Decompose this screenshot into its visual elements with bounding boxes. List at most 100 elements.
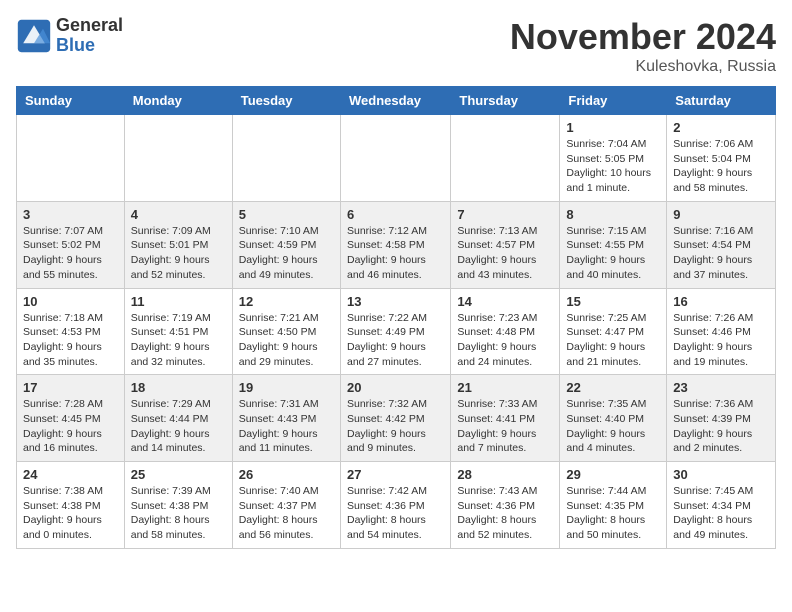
- day-info: Sunrise: 7:18 AM Sunset: 4:53 PM Dayligh…: [23, 311, 118, 370]
- day-number: 18: [131, 380, 226, 395]
- calendar-day-cell: 17 Sunrise: 7:28 AM Sunset: 4:45 PM Dayli…: [17, 375, 125, 462]
- day-info: Sunrise: 7:25 AM Sunset: 4:47 PM Dayligh…: [566, 311, 660, 370]
- calendar-day-cell: 3Sunrise: 7:07 AM Sunset: 5:02 PM Daylig…: [17, 201, 125, 288]
- day-number: 6: [347, 207, 444, 222]
- calendar-day-cell: 24 Sunrise: 7:38 AM Sunset: 4:38 PM Dayli…: [17, 462, 125, 549]
- day-info: Sunrise: 7:21 AM Sunset: 4:50 PM Dayligh…: [239, 311, 334, 370]
- calendar-day-cell: 14Sunrise: 7:23 AM Sunset: 4:48 PM Dayli…: [451, 288, 560, 375]
- weekday-header: Monday: [124, 87, 232, 115]
- day-number: 22: [566, 380, 660, 395]
- calendar-day-cell: 12 Sunrise: 7:21 AM Sunset: 4:50 PM Dayli…: [232, 288, 340, 375]
- calendar-week-row: 24 Sunrise: 7:38 AM Sunset: 4:38 PM Dayli…: [17, 462, 776, 549]
- calendar-day-cell: 18 Sunrise: 7:29 AM Sunset: 4:44 PM Dayli…: [124, 375, 232, 462]
- calendar-empty-cell: [124, 115, 232, 202]
- weekday-header: Thursday: [451, 87, 560, 115]
- day-info: Sunrise: 7:40 AM Sunset: 4:37 PM Dayligh…: [239, 484, 334, 543]
- day-info: Sunrise: 7:39 AM Sunset: 4:38 PM Dayligh…: [131, 484, 226, 543]
- day-number: 25: [131, 467, 226, 482]
- day-info: Sunrise: 7:06 AM Sunset: 5:04 PM Dayligh…: [673, 137, 769, 196]
- calendar-week-row: 1Sunrise: 7:04 AM Sunset: 5:05 PM Daylig…: [17, 115, 776, 202]
- calendar-week-row: 3Sunrise: 7:07 AM Sunset: 5:02 PM Daylig…: [17, 201, 776, 288]
- day-number: 11: [131, 294, 226, 309]
- day-number: 23: [673, 380, 769, 395]
- calendar-day-cell: 25 Sunrise: 7:39 AM Sunset: 4:38 PM Dayli…: [124, 462, 232, 549]
- calendar-day-cell: 16 Sunrise: 7:26 AM Sunset: 4:46 PM Dayli…: [667, 288, 776, 375]
- day-number: 16: [673, 294, 769, 309]
- day-number: 17: [23, 380, 118, 395]
- calendar-day-cell: 15 Sunrise: 7:25 AM Sunset: 4:47 PM Dayli…: [560, 288, 667, 375]
- day-info: Sunrise: 7:44 AM Sunset: 4:35 PM Dayligh…: [566, 484, 660, 543]
- calendar-day-cell: 6 Sunrise: 7:12 AM Sunset: 4:58 PM Daylig…: [340, 201, 450, 288]
- day-number: 10: [23, 294, 118, 309]
- day-number: 4: [131, 207, 226, 222]
- logo: General Blue: [16, 16, 123, 56]
- day-number: 20: [347, 380, 444, 395]
- calendar-empty-cell: [17, 115, 125, 202]
- calendar-empty-cell: [232, 115, 340, 202]
- calendar-day-cell: 13 Sunrise: 7:22 AM Sunset: 4:49 PM Dayli…: [340, 288, 450, 375]
- calendar-day-cell: 5Sunrise: 7:10 AM Sunset: 4:59 PM Daylig…: [232, 201, 340, 288]
- calendar-day-cell: 30Sunrise: 7:45 AM Sunset: 4:34 PM Dayli…: [667, 462, 776, 549]
- calendar-day-cell: 9 Sunrise: 7:16 AM Sunset: 4:54 PM Daylig…: [667, 201, 776, 288]
- weekday-header: Tuesday: [232, 87, 340, 115]
- location: Kuleshovka, Russia: [510, 58, 776, 76]
- logo-general: General: [56, 16, 123, 36]
- day-info: Sunrise: 7:29 AM Sunset: 4:44 PM Dayligh…: [131, 397, 226, 456]
- day-info: Sunrise: 7:36 AM Sunset: 4:39 PM Dayligh…: [673, 397, 769, 456]
- weekday-header: Sunday: [17, 87, 125, 115]
- day-info: Sunrise: 7:38 AM Sunset: 4:38 PM Dayligh…: [23, 484, 118, 543]
- calendar-day-cell: 29Sunrise: 7:44 AM Sunset: 4:35 PM Dayli…: [560, 462, 667, 549]
- calendar-day-cell: 22Sunrise: 7:35 AM Sunset: 4:40 PM Dayli…: [560, 375, 667, 462]
- day-number: 24: [23, 467, 118, 482]
- day-number: 21: [457, 380, 553, 395]
- day-number: 7: [457, 207, 553, 222]
- calendar-week-row: 10 Sunrise: 7:18 AM Sunset: 4:53 PM Dayli…: [17, 288, 776, 375]
- day-number: 19: [239, 380, 334, 395]
- day-info: Sunrise: 7:10 AM Sunset: 4:59 PM Dayligh…: [239, 224, 334, 283]
- calendar-day-cell: 4 Sunrise: 7:09 AM Sunset: 5:01 PM Daylig…: [124, 201, 232, 288]
- month-title: November 2024: [510, 16, 776, 58]
- title-block: November 2024 Kuleshovka, Russia: [510, 16, 776, 76]
- day-number: 27: [347, 467, 444, 482]
- day-number: 12: [239, 294, 334, 309]
- day-info: Sunrise: 7:12 AM Sunset: 4:58 PM Dayligh…: [347, 224, 444, 283]
- calendar-day-cell: 23 Sunrise: 7:36 AM Sunset: 4:39 PM Dayli…: [667, 375, 776, 462]
- calendar-day-cell: 7 Sunrise: 7:13 AM Sunset: 4:57 PM Daylig…: [451, 201, 560, 288]
- day-info: Sunrise: 7:45 AM Sunset: 4:34 PM Dayligh…: [673, 484, 769, 543]
- calendar-day-cell: 10 Sunrise: 7:18 AM Sunset: 4:53 PM Dayli…: [17, 288, 125, 375]
- day-number: 26: [239, 467, 334, 482]
- day-info: Sunrise: 7:09 AM Sunset: 5:01 PM Dayligh…: [131, 224, 226, 283]
- calendar-day-cell: 8Sunrise: 7:15 AM Sunset: 4:55 PM Daylig…: [560, 201, 667, 288]
- day-info: Sunrise: 7:19 AM Sunset: 4:51 PM Dayligh…: [131, 311, 226, 370]
- logo-blue: Blue: [56, 36, 123, 56]
- calendar-day-cell: 27Sunrise: 7:42 AM Sunset: 4:36 PM Dayli…: [340, 462, 450, 549]
- day-number: 13: [347, 294, 444, 309]
- logo-icon: [16, 18, 52, 54]
- day-info: Sunrise: 7:16 AM Sunset: 4:54 PM Dayligh…: [673, 224, 769, 283]
- day-info: Sunrise: 7:07 AM Sunset: 5:02 PM Dayligh…: [23, 224, 118, 283]
- day-info: Sunrise: 7:04 AM Sunset: 5:05 PM Dayligh…: [566, 137, 660, 196]
- day-info: Sunrise: 7:22 AM Sunset: 4:49 PM Dayligh…: [347, 311, 444, 370]
- day-info: Sunrise: 7:13 AM Sunset: 4:57 PM Dayligh…: [457, 224, 553, 283]
- day-info: Sunrise: 7:33 AM Sunset: 4:41 PM Dayligh…: [457, 397, 553, 456]
- day-number: 9: [673, 207, 769, 222]
- day-info: Sunrise: 7:32 AM Sunset: 4:42 PM Dayligh…: [347, 397, 444, 456]
- calendar-day-cell: 28Sunrise: 7:43 AM Sunset: 4:36 PM Dayli…: [451, 462, 560, 549]
- weekday-header: Wednesday: [340, 87, 450, 115]
- calendar-day-cell: 19 Sunrise: 7:31 AM Sunset: 4:43 PM Dayli…: [232, 375, 340, 462]
- page-header: General Blue November 2024 Kuleshovka, R…: [16, 16, 776, 76]
- calendar-week-row: 17 Sunrise: 7:28 AM Sunset: 4:45 PM Dayli…: [17, 375, 776, 462]
- calendar-day-cell: 21 Sunrise: 7:33 AM Sunset: 4:41 PM Dayli…: [451, 375, 560, 462]
- calendar-day-cell: 26 Sunrise: 7:40 AM Sunset: 4:37 PM Dayli…: [232, 462, 340, 549]
- calendar-table: SundayMondayTuesdayWednesdayThursdayFrid…: [16, 86, 776, 549]
- day-info: Sunrise: 7:31 AM Sunset: 4:43 PM Dayligh…: [239, 397, 334, 456]
- calendar-day-cell: 11 Sunrise: 7:19 AM Sunset: 4:51 PM Dayli…: [124, 288, 232, 375]
- day-info: Sunrise: 7:26 AM Sunset: 4:46 PM Dayligh…: [673, 311, 769, 370]
- weekday-header: Saturday: [667, 87, 776, 115]
- day-number: 8: [566, 207, 660, 222]
- day-info: Sunrise: 7:28 AM Sunset: 4:45 PM Dayligh…: [23, 397, 118, 456]
- day-info: Sunrise: 7:43 AM Sunset: 4:36 PM Dayligh…: [457, 484, 553, 543]
- day-number: 15: [566, 294, 660, 309]
- day-number: 2: [673, 120, 769, 135]
- calendar-day-cell: 20 Sunrise: 7:32 AM Sunset: 4:42 PM Dayli…: [340, 375, 450, 462]
